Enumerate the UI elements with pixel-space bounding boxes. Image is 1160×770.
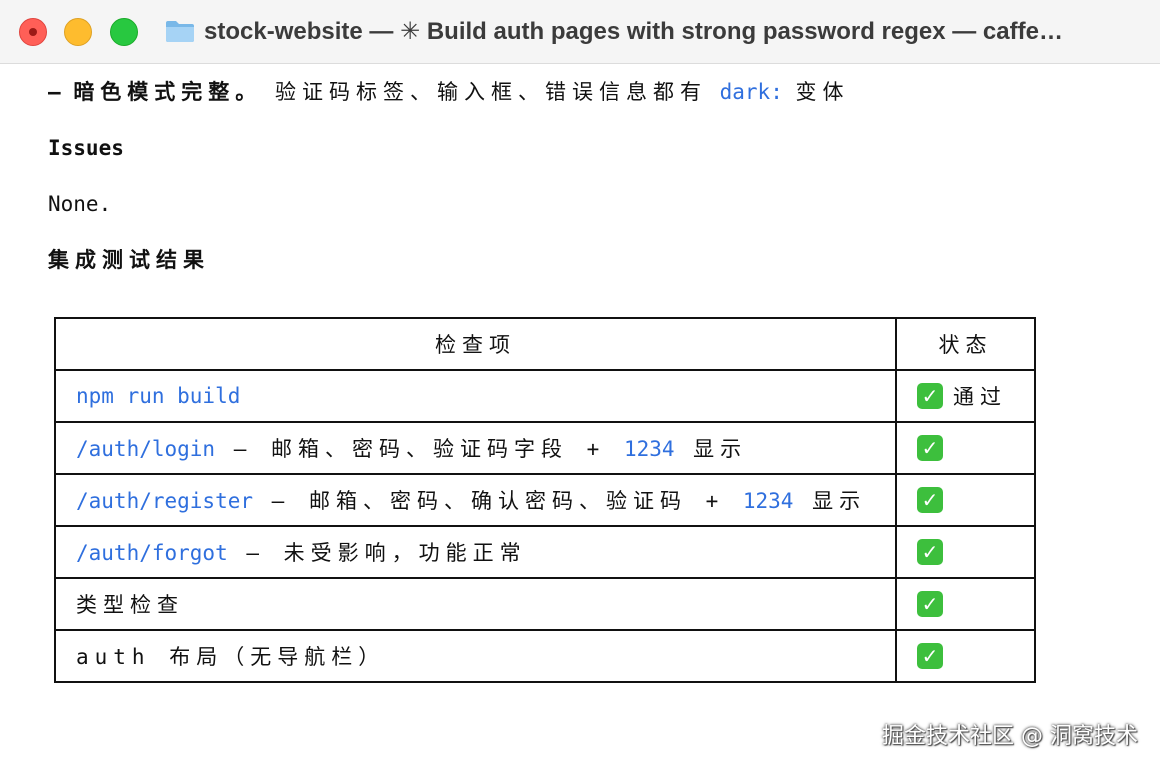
issues-body: None.	[48, 192, 112, 216]
check-item-tail: 显示	[793, 489, 867, 513]
table-row: auth 布局（无导航栏） ✓	[54, 629, 1036, 683]
title-bar: stock-website — ✳ Build auth pages with …	[0, 0, 1160, 64]
close-window-button[interactable]	[19, 18, 47, 46]
check-item-text: — 邮箱、密码、验证码字段 +	[215, 437, 624, 461]
route-code: /auth/register	[76, 489, 254, 513]
column-header-status: 状态	[895, 317, 1036, 371]
terminal-output: – 暗色模式完整。 验证码标签、输入框、错误信息都有 dark: 变体 Issu…	[0, 64, 1160, 770]
issues-heading: Issues	[48, 136, 124, 160]
check-item-cell: /auth/forgot — 未受影响，功能正常	[54, 525, 897, 579]
table-row: /auth/register — 邮箱、密码、确认密码、验证码 + 1234 显…	[54, 473, 1036, 527]
check-item-text: 类型检查	[76, 593, 184, 617]
captcha-number: 1234	[623, 437, 675, 461]
status-cell: ✓	[895, 629, 1036, 683]
summary-line-dark-mode: – 暗色模式完整。 验证码标签、输入框、错误信息都有 dark: 变体	[48, 77, 850, 107]
route-code: /auth/forgot	[76, 541, 228, 565]
check-item-tail: 显示	[674, 437, 748, 461]
status-cell: ✓	[895, 421, 1036, 475]
minimize-window-button[interactable]	[64, 18, 92, 46]
status-text: 通过	[953, 385, 1007, 409]
command-code: npm run build	[76, 384, 241, 408]
check-item-cell: /auth/register — 邮箱、密码、确认密码、验证码 + 1234 显…	[54, 473, 897, 527]
dark-mode-label: 暗色模式完整。	[73, 80, 263, 104]
status-cell: ✓	[895, 525, 1036, 579]
dark-mode-text: 验证码标签、输入框、错误信息都有	[274, 80, 707, 104]
check-mark-icon: ✓	[917, 591, 943, 617]
check-mark-icon: ✓	[917, 435, 943, 461]
route-code: /auth/login	[76, 437, 216, 461]
column-header-check-item: 检查项	[54, 317, 897, 371]
captcha-number: 1234	[742, 489, 794, 513]
results-table: 检查项 状态 npm run build ✓ 通过 /auth/login — 邮…	[54, 317, 1036, 683]
bullet: –	[48, 80, 61, 104]
watermark: 掘金技术社区 @ 洞窝技术	[882, 724, 1138, 749]
check-mark-icon: ✓	[917, 383, 943, 409]
table-row: 类型检查 ✓	[54, 577, 1036, 631]
check-item-cell: auth 布局（无导航栏）	[54, 629, 897, 683]
check-item-cell: 类型检查	[54, 577, 897, 631]
check-item-text: auth 布局（无导航栏）	[76, 645, 386, 669]
check-mark-icon: ✓	[917, 487, 943, 513]
table-row: /auth/login — 邮箱、密码、验证码字段 + 1234 显示 ✓	[54, 421, 1036, 475]
check-item-cell: /auth/login — 邮箱、密码、验证码字段 + 1234 显示	[54, 421, 897, 475]
table-row: /auth/forgot — 未受影响，功能正常 ✓	[54, 525, 1036, 579]
status-cell: ✓	[895, 577, 1036, 631]
folder-icon	[166, 21, 194, 42]
check-item-text: — 邮箱、密码、确认密码、验证码 +	[253, 489, 743, 513]
table-row: npm run build ✓ 通过	[54, 369, 1036, 423]
zoom-window-button[interactable]	[110, 18, 138, 46]
check-item-cell: npm run build	[54, 369, 897, 423]
check-mark-icon: ✓	[917, 539, 943, 565]
window-title: stock-website — ✳ Build auth pages with …	[204, 18, 1063, 45]
dark-variant-code: dark:	[719, 80, 783, 104]
check-item-text: — 未受影响，功能正常	[227, 541, 527, 565]
table-header-row: 检查项 状态	[54, 317, 1036, 371]
dark-mode-tail: 变体	[795, 80, 850, 104]
check-mark-icon: ✓	[917, 643, 943, 669]
status-cell: ✓	[895, 473, 1036, 527]
status-cell: ✓ 通过	[895, 369, 1036, 423]
results-heading: 集成测试结果	[48, 248, 210, 272]
